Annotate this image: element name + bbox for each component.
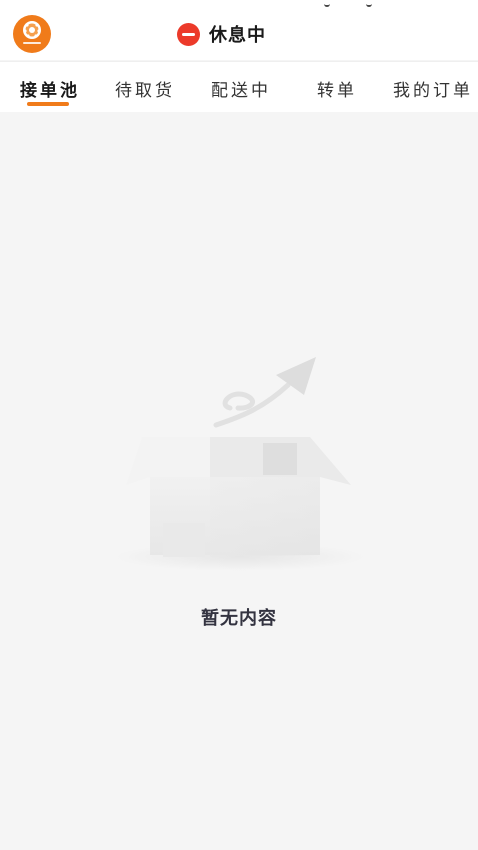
tab-transfer[interactable]: 转单 xyxy=(317,76,357,101)
work-status[interactable]: 休息中 xyxy=(177,22,266,46)
tab-pending-pickup[interactable]: 待取货 xyxy=(115,76,175,101)
empty-state-message: 暂无内容 xyxy=(201,608,277,629)
tab-delivering[interactable]: 配送中 xyxy=(211,76,271,101)
empty-box-illustration xyxy=(110,345,370,585)
tab-my-orders[interactable]: 我的订单 xyxy=(393,76,473,101)
app-header: 休息中 xyxy=(0,0,478,60)
tab-order-pool[interactable]: 接单池 xyxy=(20,76,80,101)
minus-circle-icon xyxy=(177,22,200,46)
order-tabs: 接单池 待取货 配送中 转单 我的订单 xyxy=(0,61,478,112)
overflow-glyph-icon xyxy=(318,0,388,7)
active-tab-indicator xyxy=(27,102,69,106)
status-label: 休息中 xyxy=(209,25,266,46)
brand-logo-icon[interactable] xyxy=(13,15,51,53)
